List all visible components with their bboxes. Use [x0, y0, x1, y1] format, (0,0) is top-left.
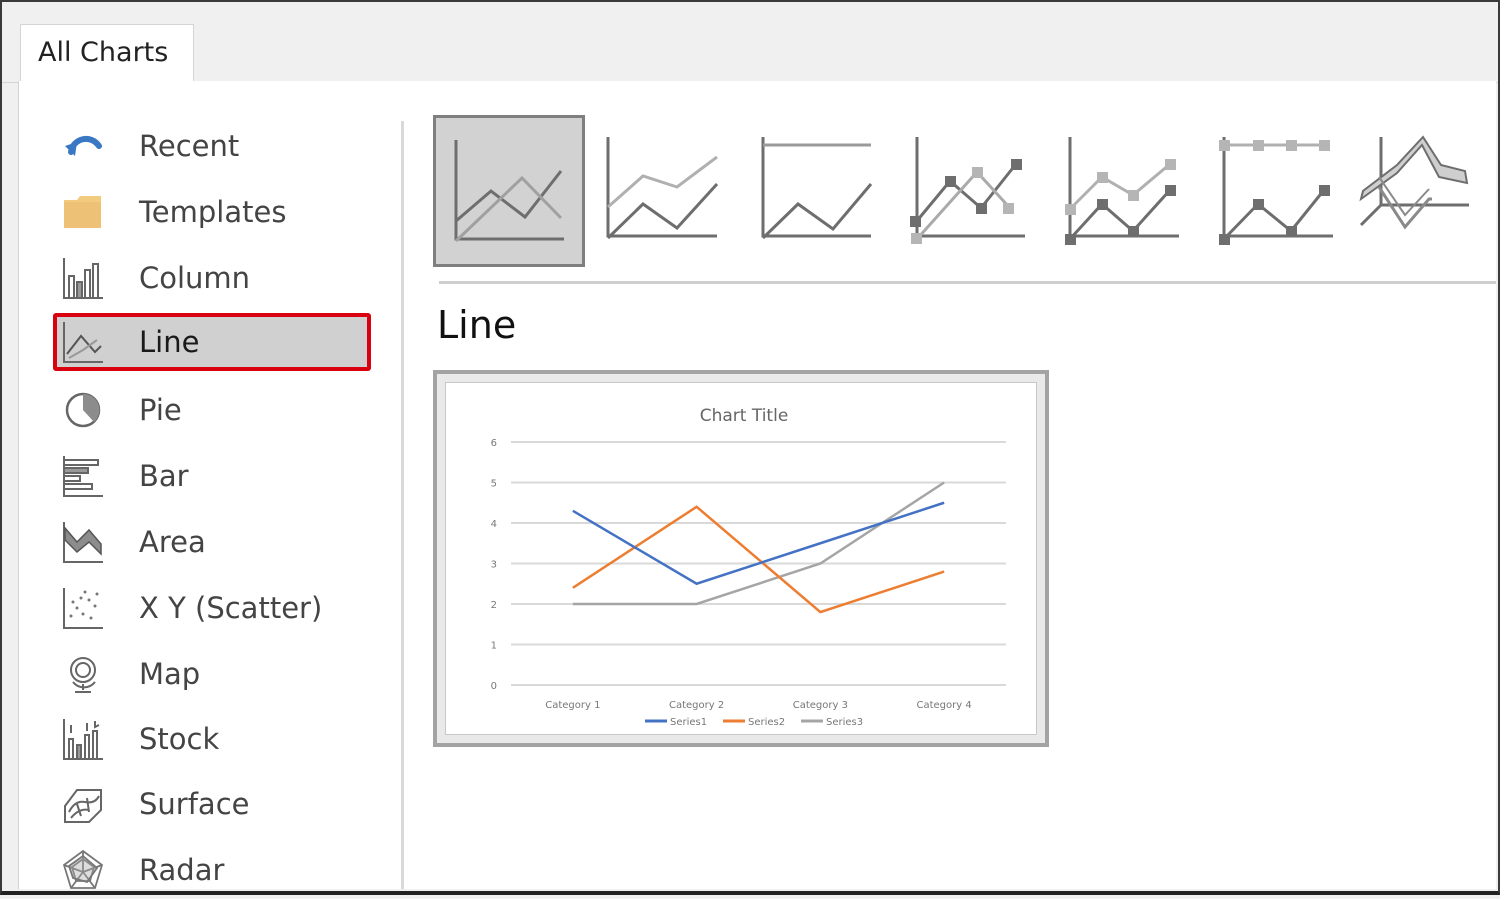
- preview-chart: Chart Title 0 1 2 3 4 5 6 Category 1 Category 2…: [491, 406, 1006, 728]
- sidebar-item-label: Stock: [139, 722, 220, 756]
- sidebar-item-radar[interactable]: Radar: [53, 841, 371, 899]
- subtype-stacked-line-icon: [606, 137, 719, 240]
- sidebar-item-label: X Y (Scatter): [139, 591, 323, 625]
- subtype-line-with-markers[interactable]: [895, 115, 1047, 267]
- subtype-line-icon: [454, 140, 564, 243]
- subtype-line-with-markers-icon: [910, 137, 1025, 244]
- scatter-chart-icon: [61, 586, 105, 630]
- column-chart-icon: [61, 256, 105, 300]
- folder-icon: [61, 190, 105, 234]
- y-tick-label: 0: [491, 681, 497, 692]
- subtype-stacked-line-with-markers-icon: [1065, 137, 1179, 245]
- chart-preview[interactable]: Chart Title 0 1 2 3 4 5 6 Category 1 Category 2…: [433, 370, 1049, 747]
- tab-all-charts-label: All Charts: [38, 37, 169, 68]
- subtype-3d-line[interactable]: [1357, 115, 1500, 267]
- chart-preview-canvas: Chart Title 0 1 2 3 4 5 6 Category 1 Category 2…: [445, 382, 1037, 735]
- y-tick-label: 3: [491, 560, 497, 571]
- dialog-content: Recent Templates Column Line Pie Bar Are…: [18, 81, 1496, 889]
- legend-label: Series1: [670, 717, 707, 728]
- chart-type-sidebar: Recent Templates Column Line Pie Bar Are…: [19, 81, 401, 889]
- tab-all-charts[interactable]: All Charts: [20, 24, 194, 84]
- area-chart-icon: [61, 520, 105, 564]
- map-globe-icon: [61, 652, 105, 696]
- sidebar-item-label: Column: [139, 261, 251, 295]
- selected-chart-type-title: Line: [437, 303, 517, 347]
- surface-chart-icon: [61, 782, 105, 826]
- sidebar-divider: [401, 121, 404, 889]
- legend-label: Series2: [748, 717, 785, 728]
- sidebar-item-label: Line: [139, 325, 200, 359]
- sidebar-item-column[interactable]: Column: [53, 249, 371, 307]
- sidebar-item-recent[interactable]: Recent: [53, 117, 371, 175]
- series-line-series1: [572, 501, 945, 586]
- x-tick-label: Category 4: [917, 700, 972, 711]
- sidebar-item-bar[interactable]: Bar: [53, 447, 371, 505]
- line-chart-icon: [61, 320, 105, 364]
- sidebar-item-label: Pie: [139, 393, 182, 427]
- x-tick-label: Category 1: [545, 700, 600, 711]
- chart-title: Chart Title: [700, 406, 789, 426]
- x-tick-label: Category 2: [669, 700, 724, 711]
- stock-chart-icon: [61, 717, 105, 761]
- subtype-100-percent-stacked-line-icon: [761, 137, 873, 240]
- x-tick-label: Category 3: [793, 700, 848, 711]
- sidebar-item-label: Radar: [139, 853, 225, 887]
- gallery-divider: [439, 281, 1496, 284]
- y-tick-label: 6: [491, 438, 497, 449]
- sidebar-item-label: Templates: [139, 195, 287, 229]
- sidebar-item-surface[interactable]: Surface: [53, 775, 371, 833]
- subtype-stacked-line-with-markers[interactable]: [1049, 115, 1201, 267]
- y-tick-label: 2: [491, 600, 497, 611]
- sidebar-item-label: Area: [139, 525, 206, 559]
- subtype-100-percent-stacked-line[interactable]: [741, 115, 893, 267]
- subtype-line[interactable]: [433, 115, 585, 267]
- subtype-100-percent-stacked-line-with-markers-icon: [1219, 137, 1333, 245]
- subtype-stacked-line[interactable]: [587, 115, 739, 267]
- tab-bar: All Charts: [2, 2, 1498, 84]
- y-tick-label: 1: [491, 641, 497, 652]
- sidebar-item-line[interactable]: Line: [53, 313, 371, 371]
- sidebar-item-label: Bar: [139, 459, 189, 493]
- radar-chart-icon: [61, 848, 105, 892]
- sidebar-item-pie[interactable]: Pie: [53, 381, 371, 439]
- y-tick-label: 4: [491, 519, 497, 530]
- subtype-3d-line-icon: [1359, 135, 1469, 230]
- sidebar-item-templates[interactable]: Templates: [53, 183, 371, 241]
- sidebar-item-stock[interactable]: Stock: [53, 710, 371, 768]
- sidebar-item-label: Recent: [139, 129, 240, 163]
- sidebar-item-area[interactable]: Area: [53, 513, 371, 571]
- sidebar-item-xy-scatter[interactable]: X Y (Scatter): [53, 579, 371, 637]
- subtype-100-percent-stacked-line-with-markers[interactable]: [1203, 115, 1355, 267]
- y-tick-label: 5: [491, 479, 497, 490]
- recent-icon: [61, 124, 105, 168]
- sidebar-item-label: Surface: [139, 787, 250, 821]
- pie-chart-icon: [61, 388, 105, 432]
- legend-label: Series3: [826, 717, 863, 728]
- sidebar-item-map[interactable]: Map: [53, 645, 371, 703]
- sidebar-item-label: Map: [139, 657, 201, 691]
- bar-chart-icon: [61, 454, 105, 498]
- chart-subtype-gallery: [433, 115, 1496, 269]
